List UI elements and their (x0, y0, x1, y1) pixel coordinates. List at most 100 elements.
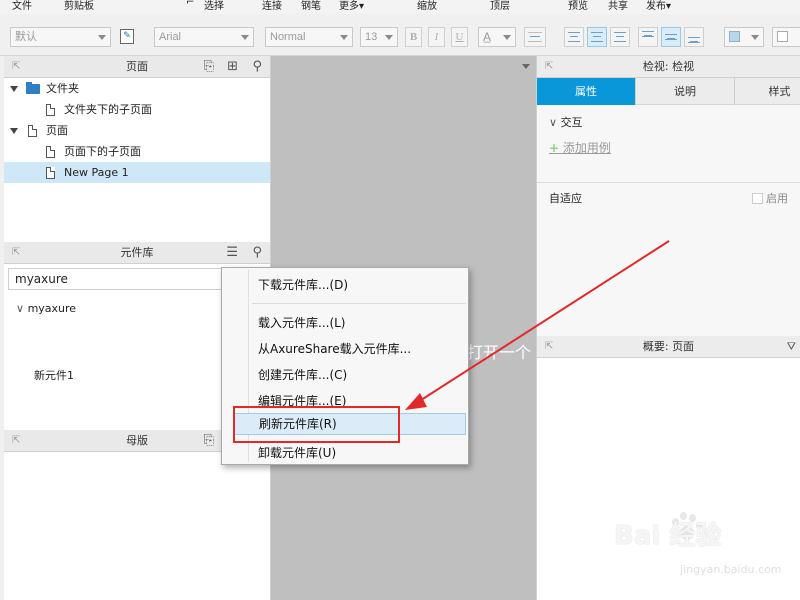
enable-label: 启用 (766, 192, 788, 205)
canvas-hint-text: 打开一个 (467, 343, 532, 362)
tree-item-page-subpage[interactable]: 页面下的子页面 (4, 141, 270, 162)
menu-select[interactable]: 选择 (204, 0, 224, 12)
menu-pen[interactable]: 钢笔 (301, 0, 321, 12)
expand-triangle-icon[interactable] (10, 128, 18, 134)
tree-item-label: 文件夹下的子页面 (64, 103, 152, 116)
folder-icon (26, 82, 40, 94)
border-color-icon (777, 31, 788, 42)
library-group-label: myaxure (27, 302, 77, 315)
tree-item-label: 页面 (46, 124, 68, 137)
library-select-value: myaxure (15, 272, 68, 286)
border-color-select[interactable] (772, 27, 800, 47)
underline-button[interactable]: U (451, 27, 468, 47)
menu-share[interactable]: 共享 (608, 0, 628, 12)
search-icon[interactable]: ⚲ (252, 245, 262, 261)
add-master-icon[interactable]: ⎘ (204, 433, 214, 449)
menu-zoom[interactable]: 缩放 (417, 0, 437, 12)
chevron-down-icon: ∨ (16, 302, 25, 315)
font-size-select[interactable]: 13 (360, 27, 398, 47)
widget-item[interactable]: 新元件1 (34, 367, 74, 383)
menu-connect[interactable]: 连接 (262, 0, 282, 12)
collapse-icon[interactable]: ⇱ (12, 430, 20, 452)
annotation-highlight-box (233, 406, 400, 443)
chevron-down-icon: ∨ (549, 116, 558, 129)
font-select-value: Arial (159, 31, 182, 43)
tree-item-page[interactable]: 页面 (4, 120, 270, 141)
interaction-section[interactable]: ∨ 交互 (549, 114, 583, 130)
align-left-button[interactable] (564, 27, 584, 47)
format-painter-icon[interactable]: ✎ (120, 29, 134, 44)
tree-item-new-page-1[interactable]: New Page 1 (4, 162, 270, 183)
menu-file[interactable]: 文件 (12, 0, 32, 12)
divider (537, 182, 800, 183)
expand-triangle-icon[interactable] (10, 86, 18, 92)
tab-properties[interactable]: 属性 (537, 78, 636, 105)
add-page-icon[interactable]: ⎘ (204, 59, 214, 75)
menu-select-bracket: ⌐ (186, 0, 195, 8)
menu-item-create-library[interactable]: 创建元件库...(C) (252, 364, 466, 386)
tab-notes[interactable]: 说明 (636, 78, 735, 105)
fill-color-select[interactable] (724, 27, 764, 47)
format-toolbar: 默认 ✎ Arial Normal 13 B I U A̲ (0, 14, 800, 56)
tree-item-folder-subpage[interactable]: 文件夹下的子页面 (4, 99, 270, 120)
font-color-icon: A̲ (483, 30, 492, 44)
inspector-title: 检视: 检视 (642, 60, 695, 73)
menu-more[interactable]: 更多▾ (339, 0, 364, 12)
valign-top-button[interactable] (638, 27, 658, 47)
library-group[interactable]: ∨ myaxure (16, 302, 76, 315)
add-case-link[interactable]: + 添加用例 (549, 139, 611, 156)
collapse-icon[interactable]: ⇱ (12, 242, 20, 264)
menu-icon[interactable]: ☰ (226, 245, 238, 261)
add-case-label: 添加用例 (562, 141, 611, 155)
inspector-panel: ⇱ 检视: 检视 属性 说明 样式 ∨ 交互 + 添加用例 自适应 启用 (536, 56, 800, 336)
checkbox-icon (751, 193, 763, 204)
menu-top[interactable]: 顶层 (490, 0, 510, 12)
font-weight-select[interactable]: Normal (265, 27, 353, 47)
tree-item-label: 页面下的子页面 (64, 145, 141, 158)
collapse-icon[interactable]: ⇱ (545, 56, 553, 78)
tree-item-label: New Page 1 (64, 166, 129, 179)
font-select[interactable]: Arial (154, 27, 254, 47)
add-folder-icon[interactable]: ⊞ (227, 59, 238, 75)
style-select[interactable]: 默认 (10, 27, 111, 47)
enable-checkbox[interactable]: 启用 (751, 190, 788, 206)
valign-bottom-button[interactable] (684, 27, 704, 47)
pages-panel-title: 页面 (126, 60, 148, 73)
page-icon (46, 167, 55, 179)
interaction-label: 交互 (560, 116, 583, 129)
font-weight-value: Normal (270, 31, 306, 43)
filter-icon[interactable]: ⛛ (787, 339, 796, 355)
page-icon (46, 104, 55, 116)
pages-panel: ⇱ 页面 ⎘ ⊞ ⚲ 文件夹 文件夹下的子页面 页面 页面下的子页面 New P… (4, 56, 271, 242)
collapse-icon[interactable]: ⇱ (12, 56, 20, 78)
tree-item-folder[interactable]: 文件夹 (4, 78, 270, 99)
bold-button[interactable]: B (405, 27, 422, 47)
search-icon[interactable]: ⚲ (252, 59, 262, 75)
font-color-select[interactable]: A̲ (478, 27, 516, 47)
collapse-icon[interactable]: ⇱ (545, 336, 553, 358)
chevron-down-icon[interactable] (522, 64, 530, 69)
fill-color-icon (729, 31, 740, 42)
pages-panel-header: ⇱ 页面 ⎘ ⊞ ⚲ (4, 56, 270, 78)
menubar: 文件 剪贴板 ⌐ 选择 连接 钢笔 更多▾ 缩放 顶层 预览 共享 发布▾ (0, 0, 800, 14)
font-size-value: 13 (365, 31, 378, 43)
menu-item-load-from-axureshare[interactable]: 从AxureShare载入元件库... (252, 338, 466, 360)
overview-title: 概要: 页面 (642, 340, 695, 353)
menu-publish[interactable]: 发布▾ (646, 0, 671, 12)
valign-middle-button[interactable] (661, 27, 681, 47)
bullet-list-button[interactable] (524, 27, 546, 47)
inspector-header: ⇱ 检视: 检视 (537, 56, 800, 78)
menu-item-unload-library[interactable]: 卸载元件库(U) (252, 442, 466, 464)
menu-clipboard[interactable]: 剪贴板 (64, 0, 94, 12)
italic-button[interactable]: I (428, 27, 445, 47)
align-center-button[interactable] (587, 27, 607, 47)
menu-item-load-library[interactable]: 载入元件库...(L) (252, 312, 466, 334)
library-panel-header: ⇱ 元件库 ☰ ⚲ (4, 242, 270, 264)
tab-style[interactable]: 样式 (735, 78, 800, 105)
menu-separator (252, 303, 466, 304)
menu-item-download-library[interactable]: 下载元件库...(D) (252, 274, 466, 296)
menu-preview[interactable]: 预览 (568, 0, 588, 12)
masters-panel-title: 母版 (126, 434, 148, 447)
align-right-button[interactable] (610, 27, 630, 47)
overview-panel: ⇱ 概要: 页面 ⛛ (536, 336, 800, 600)
